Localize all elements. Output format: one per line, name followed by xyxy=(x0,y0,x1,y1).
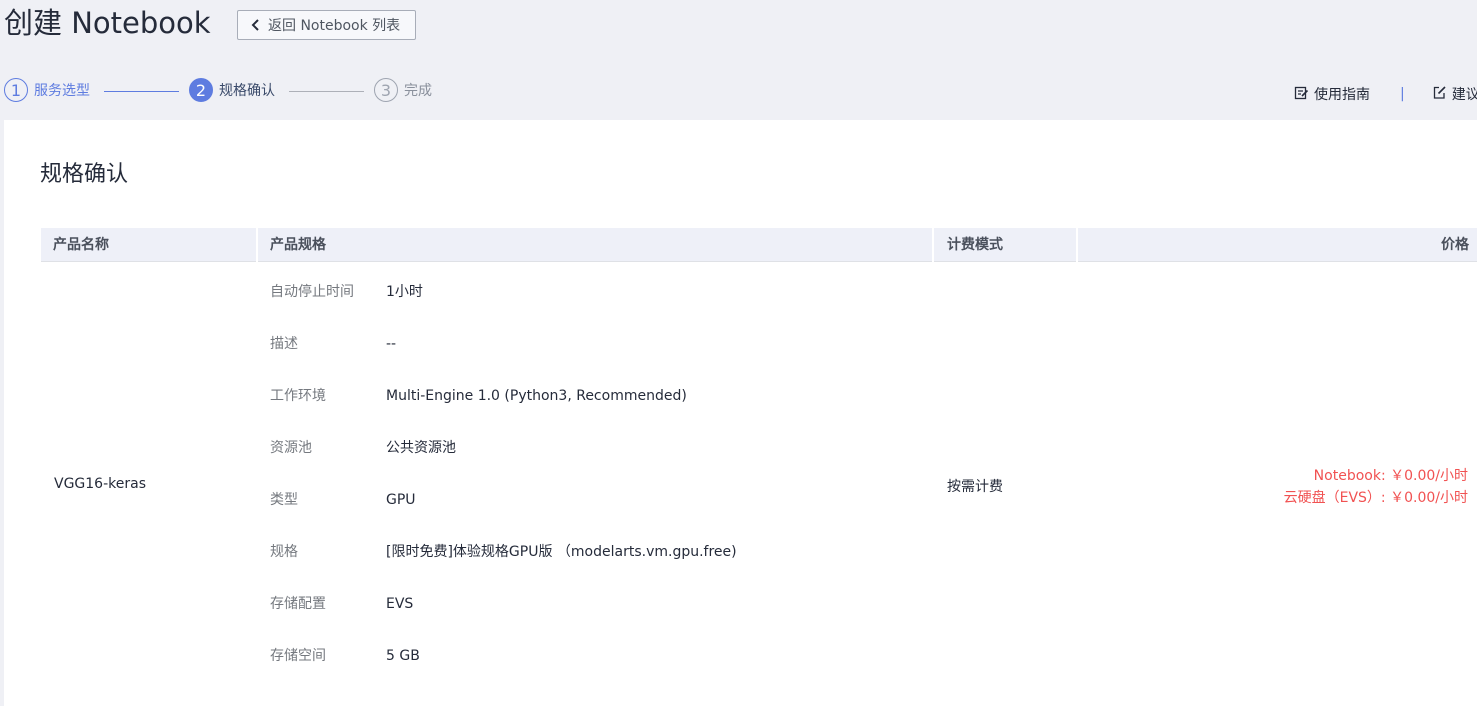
table-header: 产品名称 产品规格 计费模式 价格 xyxy=(41,228,1477,262)
usage-guide-label: 使用指南 xyxy=(1314,87,1370,103)
step-number: 2 xyxy=(189,78,213,102)
section-title: 规格确认 xyxy=(40,162,129,187)
step-number: 3 xyxy=(374,78,398,102)
billing-mode-cell: 按需计费 xyxy=(947,479,1003,495)
document-edit-icon xyxy=(1294,85,1309,104)
column-divider xyxy=(932,228,934,262)
usage-guide-link[interactable]: 使用指南 xyxy=(1294,84,1370,104)
product-name-cell: VGG16-keras xyxy=(54,476,146,492)
step-number: 1 xyxy=(4,78,28,102)
feedback-label: 建议 xyxy=(1451,87,1477,103)
top-links: 使用指南 | 建议 xyxy=(1294,84,1477,104)
spec-key: 类型 xyxy=(270,492,298,508)
spec-value: [限时免费]体验规格GPU版 （modelarts.vm.gpu.free) xyxy=(386,544,737,560)
column-divider xyxy=(1076,228,1078,262)
content-panel: 规格确认 产品名称 产品规格 计费模式 价格 VGG16-keras 自动停止时… xyxy=(4,120,1477,706)
step-label: 完成 xyxy=(404,83,432,99)
spec-key: 存储配置 xyxy=(270,596,326,612)
step-complete: 3 完成 xyxy=(374,78,432,102)
price-notebook: Notebook: ￥0.00/小时 xyxy=(1313,468,1468,484)
spec-value: -- xyxy=(386,336,397,352)
header-price: 价格 xyxy=(1441,237,1469,253)
back-button-label: 返回 Notebook 列表 xyxy=(268,18,401,34)
chevron-left-icon xyxy=(250,18,262,32)
spec-value: 5 GB xyxy=(386,648,420,664)
spec-key: 规格 xyxy=(270,544,298,560)
step-connector xyxy=(104,91,179,92)
link-separator: | xyxy=(1400,86,1405,102)
back-to-notebook-list-button[interactable]: 返回 Notebook 列表 xyxy=(237,10,416,40)
header-billing-mode: 计费模式 xyxy=(947,237,1003,253)
top-bar: 创建 Notebook 返回 Notebook 列表 1 服务选型 2 规格确认… xyxy=(0,0,1477,120)
edit-icon xyxy=(1432,85,1447,104)
spec-value: EVS xyxy=(386,596,414,612)
header-product-name: 产品名称 xyxy=(53,237,109,253)
spec-value: GPU xyxy=(386,492,416,508)
spec-key: 描述 xyxy=(270,336,298,352)
header-product-spec: 产品规格 xyxy=(270,237,326,253)
price-evs: 云硬盘（EVS）: ￥0.00/小时 xyxy=(1283,490,1468,506)
spec-key: 工作环境 xyxy=(270,388,326,404)
step-label: 规格确认 xyxy=(219,83,275,99)
step-spec-confirm: 2 规格确认 xyxy=(189,78,275,102)
step-service-selection: 1 服务选型 xyxy=(4,78,90,102)
spec-value: 1小时 xyxy=(386,284,423,300)
spec-key: 自动停止时间 xyxy=(270,284,354,300)
spec-key: 存储空间 xyxy=(270,648,326,664)
step-connector xyxy=(289,91,364,92)
spec-key: 资源池 xyxy=(270,440,312,456)
spec-value: 公共资源池 xyxy=(386,440,456,456)
stepper: 1 服务选型 2 规格确认 3 完成 xyxy=(0,78,460,106)
spec-value: Multi-Engine 1.0 (Python3, Recommended) xyxy=(386,388,687,404)
step-label: 服务选型 xyxy=(34,83,90,99)
column-divider xyxy=(256,228,258,262)
feedback-link[interactable]: 建议 xyxy=(1432,84,1477,104)
page-title: 创建 Notebook xyxy=(4,6,211,40)
